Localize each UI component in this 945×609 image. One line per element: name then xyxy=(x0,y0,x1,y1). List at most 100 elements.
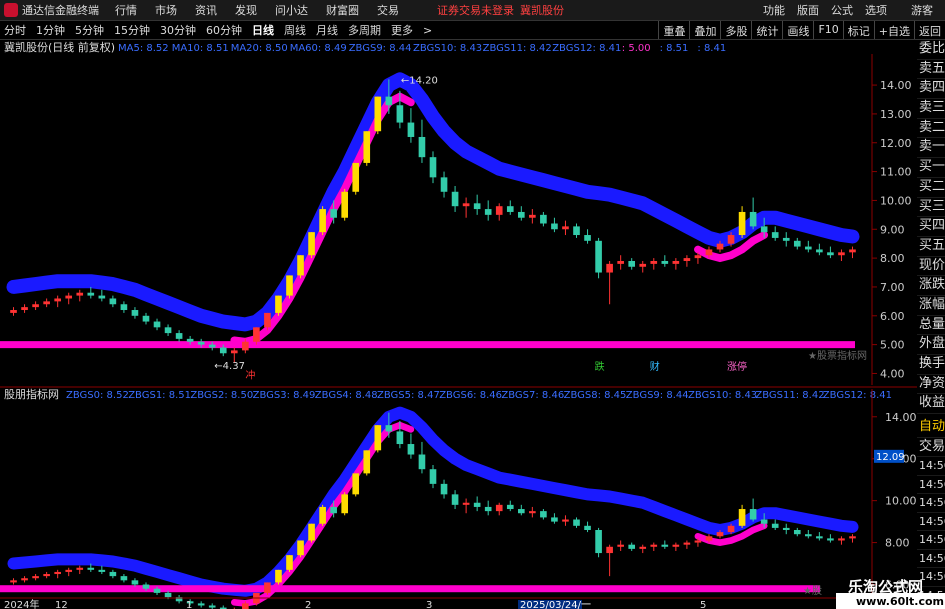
menu-options[interactable]: 选项 xyxy=(865,2,887,18)
auto-trade-0[interactable]: 自动 xyxy=(917,418,945,438)
menu-formula[interactable]: 公式 xyxy=(831,2,853,18)
main-candle xyxy=(43,301,50,305)
auto-trade-1[interactable]: 交易 xyxy=(917,438,945,458)
main-candle xyxy=(771,232,779,238)
period-tab-1min[interactable]: 1分钟 xyxy=(36,22,65,38)
quote-field-7[interactable]: 买二 xyxy=(917,178,945,198)
quote-field-12[interactable]: 涨跌 xyxy=(917,276,945,296)
tool-back[interactable]: 返回 xyxy=(914,21,945,39)
tool-overlap[interactable]: 重叠 xyxy=(658,21,689,39)
quote-field-16[interactable]: 换手 xyxy=(917,355,945,375)
sub-candle xyxy=(473,502,481,507)
sub-candle xyxy=(131,580,139,585)
user-guest[interactable]: 游客 xyxy=(911,2,933,18)
sub-candle xyxy=(43,574,50,577)
main-candle xyxy=(253,327,260,342)
tool-mark[interactable]: 标记 xyxy=(842,21,874,39)
sub-candle xyxy=(319,506,326,524)
tool-stats[interactable]: 统计 xyxy=(751,21,782,39)
period-tab-15min[interactable]: 15分钟 xyxy=(114,22,150,38)
sub-candle xyxy=(54,571,61,575)
menu-news[interactable]: 资讯 xyxy=(195,2,217,18)
tool-overlay[interactable]: 叠加 xyxy=(689,21,720,39)
quote-field-3[interactable]: 卖三 xyxy=(917,99,945,119)
menu-discover[interactable]: 发现 xyxy=(235,2,257,18)
quote-field-0[interactable]: 委比 xyxy=(917,40,945,60)
period-tab-5min[interactable]: 5分钟 xyxy=(75,22,104,38)
main-candle xyxy=(120,304,128,311)
sub-candle xyxy=(21,578,28,581)
tick-time-0: 14:56 xyxy=(917,457,945,476)
event-label-2: 涨停 xyxy=(727,360,747,373)
quote-field-10[interactable]: 买五 xyxy=(917,237,945,257)
period-tab-weekly[interactable]: 周线 xyxy=(284,22,306,38)
quote-field-17[interactable]: 净资 xyxy=(917,375,945,395)
quote-field-1[interactable]: 卖五 xyxy=(917,60,945,80)
quote-field-9[interactable]: 买四 xyxy=(917,217,945,237)
main-candle xyxy=(849,249,856,253)
sub-candle xyxy=(341,494,348,514)
quote-field-14[interactable]: 总量 xyxy=(917,316,945,336)
main-candle xyxy=(473,203,481,210)
ma-indicator-7: ZBGS12: 8.41 xyxy=(552,43,621,54)
main-candle xyxy=(175,333,183,339)
main-y-label-8: 6.00 xyxy=(880,310,905,323)
period-toolbar: 分时 1分钟 5分钟 15分钟 30分钟 60分钟 日线 周线 月线 多周期 更… xyxy=(0,21,945,40)
quote-field-18[interactable]: 收益 xyxy=(917,394,945,415)
period-tab-monthly[interactable]: 月线 xyxy=(316,22,338,38)
tick-time-3: 14:56 xyxy=(917,513,945,532)
period-tab-daily[interactable]: 日线 xyxy=(252,22,274,38)
period-tab-intraday[interactable]: 分时 xyxy=(4,22,26,38)
tool-f10[interactable]: F10 xyxy=(813,21,842,39)
tool-add-watchlist[interactable]: +自选 xyxy=(873,21,914,39)
sub-indicator-4: ZBGS4: 8.48 xyxy=(315,390,378,401)
sub-candle xyxy=(573,519,580,526)
tick-time-2: 14:56 xyxy=(917,494,945,513)
menu-ask[interactable]: 问小达 xyxy=(275,2,308,18)
main-candle xyxy=(363,131,371,163)
period-tab-60min[interactable]: 60分钟 xyxy=(206,22,242,38)
tool-multi-stock[interactable]: 多股 xyxy=(720,21,751,39)
main-candle xyxy=(639,263,647,267)
sub-indicator-7: ZBGS7: 8.46 xyxy=(501,390,564,401)
app-title: 通达信金融终端 xyxy=(22,4,99,17)
main-candle xyxy=(131,310,139,316)
menu-function[interactable]: 功能 xyxy=(763,2,785,18)
sub-candle xyxy=(153,588,161,593)
main-candle xyxy=(617,260,624,264)
quote-field-11[interactable]: 现价 xyxy=(917,257,945,277)
sub-indicator-9: ZBGS9: 8.44 xyxy=(626,390,689,401)
quote-field-5[interactable]: 卖一 xyxy=(917,138,945,159)
menu-market[interactable]: 行情 xyxy=(115,2,137,18)
quote-field-4[interactable]: 卖二 xyxy=(917,119,945,139)
tool-draw-line[interactable]: 画线 xyxy=(782,21,813,39)
quote-field-8[interactable]: 买三 xyxy=(917,198,945,218)
chart-tools: 重叠 叠加 多股 统计 画线 F10 标记 +自选 返回 xyxy=(658,21,945,39)
candlestick-chart[interactable]: 冀凯股份(日线 前复权) MA5: 8.52 MA10: 8.51 MA20: 8.5… xyxy=(0,40,917,609)
sub-candle xyxy=(816,536,823,539)
period-tab-more[interactable]: 更多 xyxy=(391,22,413,38)
sub-candle xyxy=(705,536,713,541)
main-y-label-0: 14.00 xyxy=(880,79,912,92)
menu-wealth[interactable]: 财富圈 xyxy=(326,2,359,18)
quote-field-6[interactable]: 买一 xyxy=(917,158,945,178)
period-tab-30min[interactable]: 30分钟 xyxy=(160,22,196,38)
main-candle xyxy=(374,96,382,132)
main-candle xyxy=(208,344,216,348)
main-candle xyxy=(440,177,448,192)
chevron-right-icon[interactable]: > xyxy=(423,24,432,37)
menu-trade[interactable]: 交易 xyxy=(377,2,399,18)
quote-field-15[interactable]: 外盘 xyxy=(917,335,945,355)
menu-layout[interactable]: 版面 xyxy=(797,2,819,18)
sub-candle xyxy=(827,538,834,541)
quote-field-13[interactable]: 涨幅 xyxy=(917,296,945,316)
quote-field-2[interactable]: 卖四 xyxy=(917,79,945,100)
login-warning[interactable]: 证券交易未登录 xyxy=(437,2,514,18)
sub-candle xyxy=(65,569,73,572)
main-candle xyxy=(518,211,525,218)
main-candle xyxy=(782,237,790,241)
period-tab-multi[interactable]: 多周期 xyxy=(348,22,381,38)
main-candle xyxy=(385,96,393,106)
sub-candle xyxy=(330,506,337,514)
menu-exchange[interactable]: 市场 xyxy=(155,2,177,18)
